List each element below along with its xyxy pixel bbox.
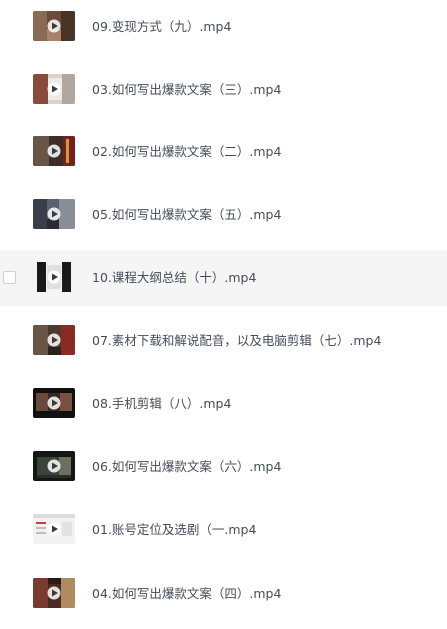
thumbnail-svg (33, 74, 75, 104)
thumbnail-svg (33, 578, 75, 608)
video-thumbnail-icon[interactable] (33, 136, 75, 166)
video-thumbnail-icon[interactable] (33, 514, 75, 544)
file-row-selected[interactable]: 10.课程大纲总结（十）.mp4 (0, 250, 447, 306)
video-thumbnail-icon[interactable] (33, 11, 75, 41)
file-row[interactable]: 02.如何写出爆款文案（二）.mp4 (0, 124, 447, 180)
file-name[interactable]: 03.如何写出爆款文案（三）.mp4 (92, 81, 281, 99)
file-row[interactable]: 05.如何写出爆款文案（五）.mp4 (0, 187, 447, 243)
file-name[interactable]: 01.账号定位及选剧（一.mp4 (92, 521, 256, 539)
video-thumbnail-icon[interactable] (33, 74, 75, 104)
thumbnail-svg (33, 11, 75, 41)
file-row[interactable]: 09.变现方式（九）.mp4 (0, 0, 447, 55)
file-row[interactable]: 01.账号定位及选剧（一.mp4 (0, 502, 447, 558)
file-name[interactable]: 09.变现方式（九）.mp4 (92, 18, 231, 36)
file-row[interactable]: 08.手机剪辑（八）.mp4 (0, 376, 447, 432)
thumbnail-svg (33, 199, 75, 229)
thumbnail-svg (33, 325, 75, 355)
video-thumbnail-icon[interactable] (33, 262, 75, 292)
video-thumbnail-icon[interactable] (33, 388, 75, 418)
file-name[interactable]: 08.手机剪辑（八）.mp4 (92, 395, 231, 413)
thumbnail-svg (33, 388, 75, 418)
file-name[interactable]: 10.课程大纲总结（十）.mp4 (92, 269, 256, 287)
thumbnail-svg (33, 451, 75, 481)
video-thumbnail-icon[interactable] (33, 325, 75, 355)
thumbnail-svg (33, 514, 75, 544)
video-thumbnail-icon[interactable] (33, 578, 75, 608)
row-checkbox[interactable] (3, 271, 16, 284)
file-name[interactable]: 02.如何写出爆款文案（二）.mp4 (92, 143, 281, 161)
thumbnail-svg (33, 262, 75, 292)
file-name[interactable]: 04.如何写出爆款文案（四）.mp4 (92, 585, 281, 603)
file-row[interactable]: 07.素材下载和解说配音，以及电脑剪辑（七）.mp4 (0, 313, 447, 369)
file-list: 09.变现方式（九）.mp4 03.如何写出爆款文案（三）.mp4 02.如何写… (0, 0, 447, 629)
file-row[interactable]: 06.如何写出爆款文案（六）.mp4 (0, 439, 447, 495)
file-name[interactable]: 06.如何写出爆款文案（六）.mp4 (92, 458, 281, 476)
file-row[interactable]: 04.如何写出爆款文案（四）.mp4 (0, 566, 447, 622)
file-name[interactable]: 07.素材下载和解说配音，以及电脑剪辑（七）.mp4 (92, 332, 381, 350)
file-name[interactable]: 05.如何写出爆款文案（五）.mp4 (92, 206, 281, 224)
video-thumbnail-icon[interactable] (33, 451, 75, 481)
file-row[interactable]: 03.如何写出爆款文案（三）.mp4 (0, 62, 447, 118)
video-thumbnail-icon[interactable] (33, 199, 75, 229)
thumbnail-svg (33, 136, 75, 166)
